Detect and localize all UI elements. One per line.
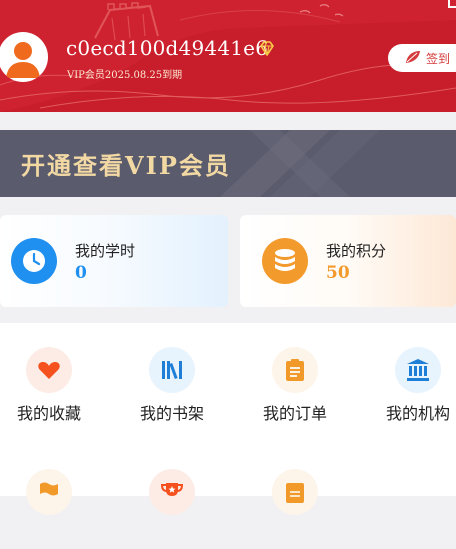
heart-icon xyxy=(26,347,72,393)
coins-stack-icon xyxy=(262,238,308,284)
institution-icon xyxy=(395,347,441,393)
study-hours-label: 我的学时 xyxy=(75,242,136,260)
profile-header: c0ecd100d49441e6 VIP会员2025.08.25到期 签到 xyxy=(0,0,456,112)
avatar[interactable] xyxy=(0,32,48,82)
user-avatar-icon xyxy=(6,42,40,78)
vip-banner[interactable]: 开通查看VIP会员 xyxy=(0,130,456,197)
menu-item-row2-3[interactable] xyxy=(250,469,340,549)
vip-expire-text: VIP会员2025.08.25到期 xyxy=(67,70,183,81)
points-label: 我的积分 xyxy=(326,242,387,260)
points-value: 50 xyxy=(326,263,350,283)
username: c0ecd100d49441e6 xyxy=(66,36,269,60)
study-hours-card[interactable]: 我的学时 0 xyxy=(0,215,228,307)
menu-item-label: 我的收藏 xyxy=(16,404,81,423)
signin-button[interactable]: 签到 xyxy=(388,44,456,72)
menu-item-institution[interactable]: 我的机构 xyxy=(373,347,456,427)
menu-item-label: 我的订单 xyxy=(262,404,327,423)
points-card[interactable]: 我的积分 50 xyxy=(240,215,456,307)
menu-panel: 我的收藏 我的书架 我的订单 我的机构 xyxy=(0,323,456,515)
menu-item-row2-2[interactable] xyxy=(127,469,217,549)
menu-item-label: 我的机构 xyxy=(385,404,450,423)
menu-item-label: 我的书架 xyxy=(139,404,204,423)
menu-item-row2-1[interactable] xyxy=(4,469,94,549)
study-hours-value: 0 xyxy=(75,263,87,283)
menu-item-bookshelf[interactable]: 我的书架 xyxy=(127,347,217,427)
menu-item-orders[interactable]: 我的订单 xyxy=(250,347,340,427)
bookshelf-icon xyxy=(149,347,195,393)
menu-item-favorites[interactable]: 我的收藏 xyxy=(4,347,94,427)
clock-icon xyxy=(11,238,57,284)
signin-label: 签到 xyxy=(426,52,451,66)
score-sheet-icon xyxy=(272,469,318,515)
vip-banner-title: 开通查看VIP会员 xyxy=(21,151,231,180)
flag-icon xyxy=(26,469,72,515)
message-icon[interactable] xyxy=(446,0,456,10)
trophy-icon xyxy=(149,469,195,515)
vip-diamond-icon xyxy=(260,41,274,56)
order-clipboard-icon xyxy=(272,347,318,393)
leaf-icon xyxy=(406,51,420,63)
